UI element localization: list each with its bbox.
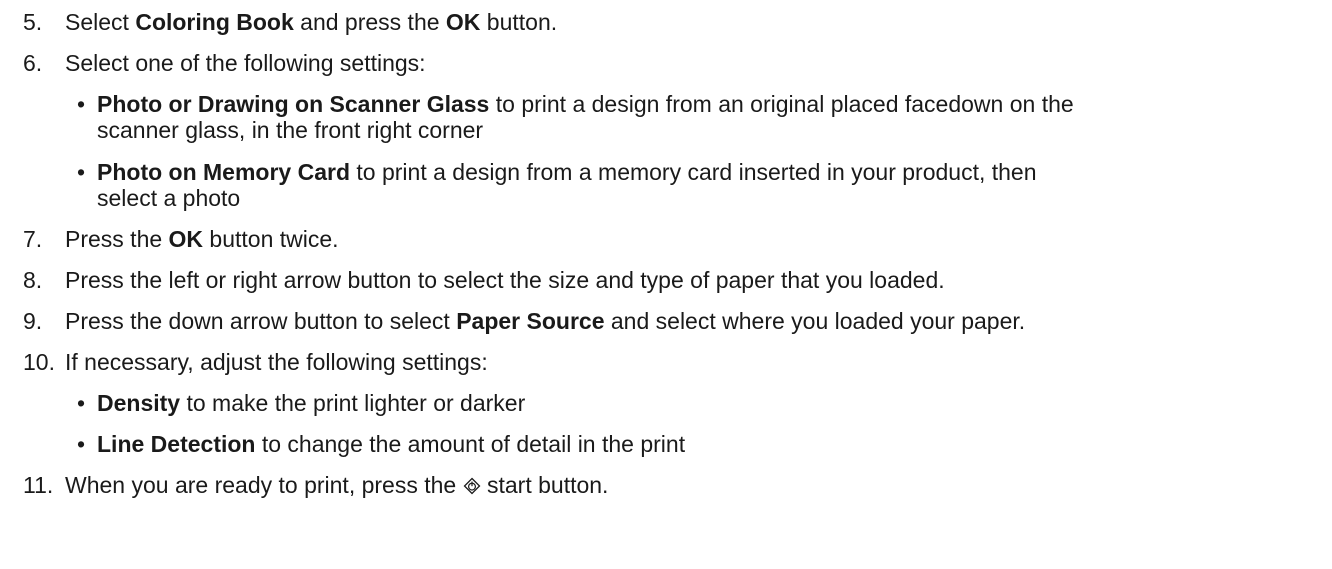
step-text: Select <box>65 9 136 35</box>
bullet-text: to print a design from an original place… <box>489 91 1074 117</box>
step-text: and select where you loaded your paper. <box>604 308 1026 334</box>
step-6-text: Select one of the following settings: <box>65 50 426 76</box>
step-number: 9. <box>23 308 43 334</box>
start-icon <box>463 477 481 495</box>
bullet-item: Density to make the print lighter or dar… <box>97 390 525 416</box>
bullet-item: Photo or Drawing on Scanner Glass to pri… <box>97 91 1074 117</box>
bullet-bold-term: Line Detection <box>97 431 256 457</box>
step-5-text: Select Coloring Book and press the OK bu… <box>65 9 557 35</box>
bullet-marker: • <box>77 159 86 185</box>
step-text: and press the <box>293 9 446 35</box>
bullet-continuation: scanner glass, in the front right corner <box>97 117 484 143</box>
bullet-text: to make the print lighter or darker <box>180 390 526 416</box>
step-bold-term: Coloring Book <box>135 9 294 35</box>
step-text: button. <box>480 9 558 35</box>
bullet-text: to print a design from a memory card ins… <box>350 159 1037 185</box>
step-number: 11. <box>23 472 54 498</box>
step-number: 8. <box>23 267 43 293</box>
bullet-text: to change the amount of detail in the pr… <box>255 431 686 457</box>
bullet-item: Line Detection to change the amount of d… <box>97 431 685 457</box>
step-number: 6. <box>23 50 43 76</box>
bullet-marker: • <box>77 91 86 117</box>
step-number: 7. <box>23 226 43 252</box>
step-text: Press the <box>65 226 169 252</box>
bullet-bold-term: Photo or Drawing on Scanner Glass <box>97 91 490 117</box>
step-number: 10. <box>23 349 55 375</box>
step-7-text: Press the OK button twice. <box>65 226 339 252</box>
step-9-text: Press the down arrow button to select Pa… <box>65 308 1025 334</box>
instructions-document: 5. Select Coloring Book and press the OK… <box>0 0 1332 569</box>
bullet-item: Photo on Memory Card to print a design f… <box>97 159 1037 185</box>
step-text: Press the left or right arrow button to … <box>65 267 945 293</box>
step-text: Select one of the following settings: <box>65 50 426 76</box>
step-8-text: Press the left or right arrow button to … <box>65 267 945 293</box>
bullet-bold-term: Density <box>97 390 181 416</box>
step-bold-term: OK <box>445 9 481 35</box>
step-11-text: When you are ready to print, press the s… <box>65 472 608 498</box>
step-bold-term: OK <box>168 226 204 252</box>
step-text: Press the down arrow button to select <box>65 308 457 334</box>
step-text: start button. <box>480 472 609 498</box>
bullet-marker: • <box>77 390 86 416</box>
step-text: When you are ready to print, press the <box>65 472 463 498</box>
bullet-marker: • <box>77 431 86 457</box>
bullet-bold-term: Photo on Memory Card <box>97 159 351 185</box>
step-bold-term: Paper Source <box>456 308 605 334</box>
step-text: If necessary, adjust the following setti… <box>65 349 488 375</box>
step-number: 5. <box>23 9 43 35</box>
step-text: button twice. <box>203 226 339 252</box>
step-10-text: If necessary, adjust the following setti… <box>65 349 488 375</box>
bullet-continuation: select a photo <box>97 185 241 211</box>
